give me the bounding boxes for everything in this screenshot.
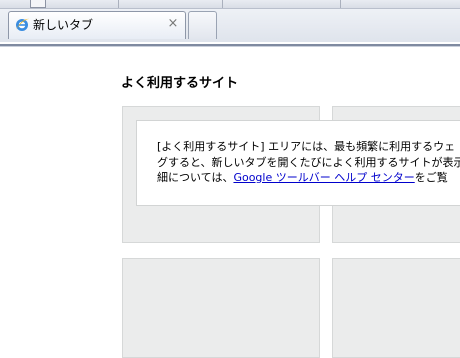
page-title: よく利用するサイト xyxy=(121,76,239,91)
tab-title: 新しいタブ xyxy=(33,18,94,32)
toolbar-help-center-link[interactable]: Google ツールバー ヘルプ センター xyxy=(233,171,414,184)
close-icon[interactable]: × xyxy=(166,16,180,32)
toolbar-divider xyxy=(340,0,341,8)
toolbar-divider xyxy=(222,0,223,8)
new-tab-button[interactable] xyxy=(188,11,217,39)
info-line-1: [よく利用するサイト] エリアには、最も頻繁に利用するウェ xyxy=(157,140,456,153)
info-text: [よく利用するサイト] エリアには、最も頻繁に利用するウェ グすると、新しいタブ… xyxy=(157,139,460,186)
info-box: [よく利用するサイト] エリアには、最も頻繁に利用するウェ グすると、新しいタブ… xyxy=(136,120,460,206)
window-top-strip xyxy=(0,0,460,9)
info-line-2: グすると、新しいタブを開くたびによく利用するサイトが表示 xyxy=(157,155,460,169)
info-line-3-prefix: 細については、 xyxy=(157,171,234,184)
ie-icon xyxy=(14,17,30,33)
site-tile[interactable] xyxy=(122,258,320,358)
info-line-3: 細については、Google ツールバー ヘルプ センターをご覧 xyxy=(157,170,460,186)
toolbar-divider xyxy=(118,0,119,8)
tab-bar-bottom-line xyxy=(0,46,460,47)
tab-bar: 新しいタブ × xyxy=(0,9,460,47)
site-tile[interactable] xyxy=(332,258,460,358)
info-line-3-suffix: をご覧 xyxy=(414,171,448,184)
tab-new-tab[interactable]: 新しいタブ × xyxy=(8,11,186,39)
toolbar-stub xyxy=(30,0,46,8)
